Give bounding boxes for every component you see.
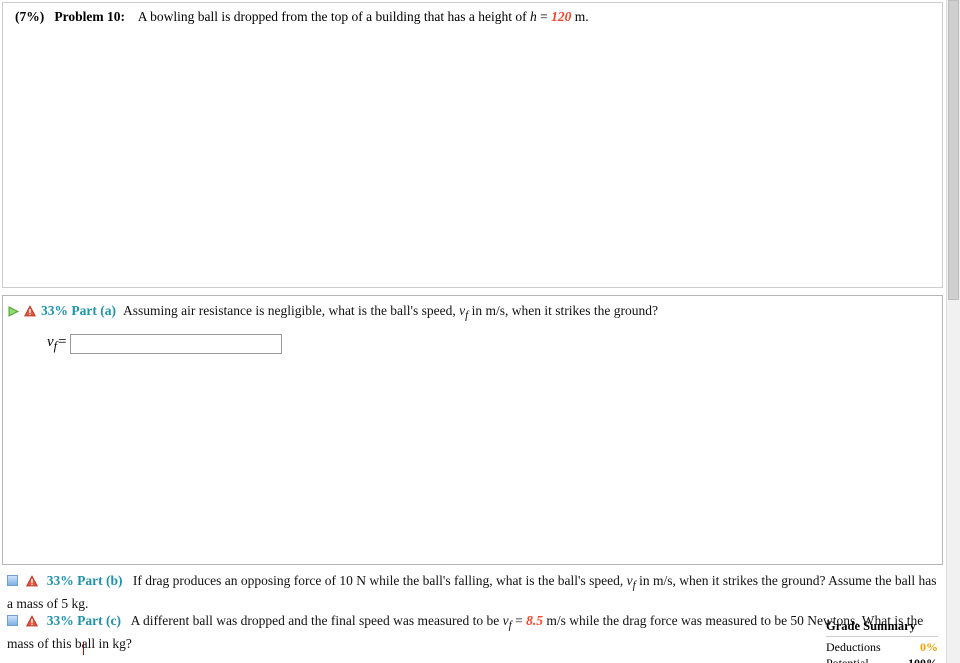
- collapsed-square-icon[interactable]: [7, 615, 18, 626]
- part-b-question: If drag produces an opposing force of 10…: [7, 573, 936, 611]
- part-a-question-tail: in m/s, when it strikes the ground?: [471, 303, 658, 318]
- potential-row: Potential 100%: [826, 655, 938, 663]
- problem-unit: m.: [574, 9, 589, 24]
- answer-var-v: v: [47, 333, 54, 350]
- part-c-body: 33% Part (c) A different ball was droppe…: [2, 612, 943, 652]
- height-value: 120: [551, 9, 572, 24]
- part-a-panel: 33% Part (a) Assuming air resistance is …: [2, 295, 943, 663]
- part-c-var-sub: f: [508, 619, 512, 632]
- part-b-label: 33% Part (b): [46, 573, 123, 588]
- potential-label: Potential: [826, 656, 869, 663]
- problem-figure-area: [3, 25, 942, 275]
- collapsed-square-icon[interactable]: [7, 575, 18, 586]
- part-c-equals: =: [515, 613, 523, 628]
- part-a-header: 33% Part (a) Assuming air resistance is …: [3, 296, 942, 324]
- warning-icon: [26, 574, 39, 587]
- answer-equals: =: [57, 333, 68, 350]
- part-c-row: 33% Part (c) A different ball was droppe…: [2, 612, 943, 652]
- potential-value: 100%: [908, 656, 938, 663]
- problem-label: Problem 10:: [54, 9, 125, 24]
- part-a-answer-row: vf=: [47, 333, 942, 354]
- problem-weight: (7%): [15, 9, 45, 24]
- problem-body-text: A bowling ball is dropped from the top o…: [137, 9, 527, 24]
- part-b-row: 33% Part (b) If drag produces an opposin…: [2, 572, 943, 612]
- part-a-var-sub: f: [465, 309, 469, 322]
- warning-icon: [24, 305, 36, 317]
- play-triangle-icon[interactable]: [8, 305, 20, 317]
- part-c-question: A different ball was dropped and the fin…: [7, 613, 923, 651]
- answer-input[interactable]: [70, 333, 283, 354]
- answer-label: vf=: [47, 334, 67, 354]
- part-a-label: 33% Part (a): [41, 303, 116, 318]
- part-c-speed-value: 8.5: [526, 613, 544, 628]
- vertical-scrollbar[interactable]: [946, 0, 960, 663]
- part-a-question-text: Assuming air resistance is negligible, w…: [122, 303, 456, 318]
- part-b-body: 33% Part (b) If drag produces an opposin…: [2, 572, 943, 612]
- part-c-label: 33% Part (c): [46, 613, 121, 628]
- problem-equals: =: [540, 9, 548, 24]
- assignment-page: (7%) Problem 10: A bowling ball is dropp…: [0, 0, 960, 663]
- part-b-var-sub: f: [632, 579, 636, 592]
- part-b-question-text: If drag produces an opposing force of 10…: [132, 573, 624, 588]
- problem-statement-text: (7%) Problem 10: A bowling ball is dropp…: [3, 3, 942, 25]
- part-a-question: Assuming air resistance is negligible, w…: [123, 303, 658, 324]
- scrollbar-thumb[interactable]: [948, 0, 959, 300]
- height-variable: h: [529, 9, 537, 24]
- part-c-question-text: A different ball was dropped and the fin…: [130, 613, 500, 628]
- warning-icon: [26, 614, 39, 627]
- problem-statement-panel: (7%) Problem 10: A bowling ball is dropp…: [2, 2, 943, 288]
